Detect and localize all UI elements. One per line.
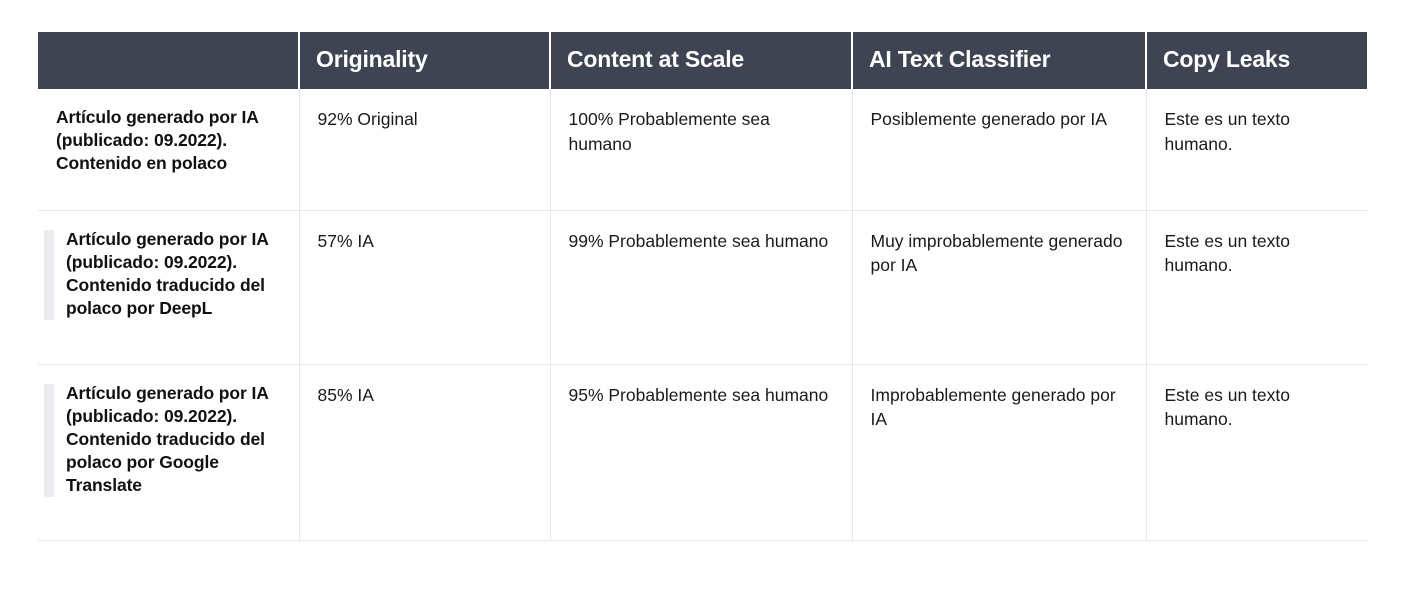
row-label-cell: Artículo generado por IA (publicado: 09.…	[38, 210, 300, 365]
cell-originality: 57% IA	[299, 210, 551, 365]
column-header-ai-text-classifier: AI Text Classifier	[852, 32, 1147, 89]
cell-originality: 92% Original	[299, 89, 551, 211]
cell-ai-text-classifier: Posiblemente generado por IA	[852, 89, 1147, 211]
table-row: Artículo generado por IA (publicado: 09.…	[38, 364, 1367, 541]
row-label-text: Artículo generado por IA (publicado: 09.…	[66, 228, 269, 318]
cell-originality: 85% IA	[299, 364, 551, 541]
ai-detector-comparison-table: Originality Content at Scale AI Text Cla…	[38, 32, 1367, 541]
table-body: Artículo generado por IA (publicado: 09.…	[38, 89, 1367, 541]
table-header-row: Originality Content at Scale AI Text Cla…	[38, 32, 1367, 89]
table-header: Originality Content at Scale AI Text Cla…	[38, 32, 1367, 89]
cell-content-at-scale: 95% Probablemente sea humano	[550, 364, 853, 541]
row-label-cell: Artículo generado por IA (publicado: 09.…	[38, 89, 300, 211]
comparison-table-container: Originality Content at Scale AI Text Cla…	[38, 32, 1367, 541]
cell-ai-text-classifier: Muy improbablemente generado por IA	[852, 210, 1147, 365]
table-row: Artículo generado por IA (publicado: 09.…	[38, 89, 1367, 211]
cell-copy-leaks: Este es un texto humano.	[1146, 364, 1367, 541]
cell-copy-leaks: Este es un texto humano.	[1146, 210, 1367, 365]
row-label-text: Artículo generado por IA (publicado: 09.…	[66, 382, 269, 495]
column-header-content-at-scale: Content at Scale	[550, 32, 853, 89]
cell-content-at-scale: 100% Probablemente sea humano	[550, 89, 853, 211]
row-accent-bar	[44, 229, 54, 320]
column-header-copy-leaks: Copy Leaks	[1146, 32, 1367, 89]
row-label-text: Artículo generado por IA (publicado: 09.…	[56, 107, 259, 174]
cell-content-at-scale: 99% Probablemente sea humano	[550, 210, 853, 365]
row-accent-bar	[44, 383, 54, 497]
cell-ai-text-classifier: Improbablemente generado por IA	[852, 364, 1147, 541]
column-header-originality: Originality	[299, 32, 551, 89]
column-header-label	[38, 32, 300, 89]
cell-copy-leaks: Este es un texto humano.	[1146, 89, 1367, 211]
table-row: Artículo generado por IA (publicado: 09.…	[38, 210, 1367, 365]
row-label-cell: Artículo generado por IA (publicado: 09.…	[38, 364, 300, 541]
